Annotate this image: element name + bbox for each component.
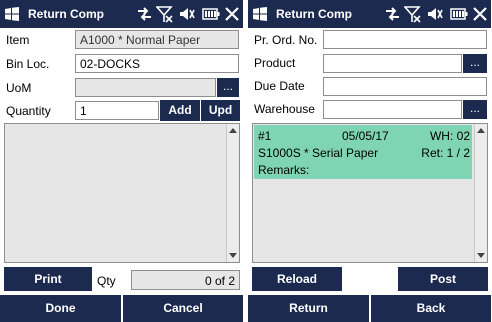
reload-button[interactable]: Reload [252, 267, 342, 291]
product-field[interactable] [323, 54, 462, 73]
item-remarks: Remarks: [258, 163, 310, 177]
pr-ord-no-field[interactable] [323, 30, 487, 49]
scroll-up-icon[interactable] [477, 128, 485, 133]
scroll-down-icon[interactable] [477, 253, 485, 258]
item-date: 05/05/17 [342, 129, 389, 143]
warehouse-field[interactable] [323, 100, 462, 119]
items-list[interactable]: #1 05/05/17 WH: 02 S1000S * Serial Paper… [252, 123, 488, 263]
product-label: Product [254, 56, 296, 70]
due-date-label: Due Date [254, 79, 305, 93]
battery-icon [450, 8, 468, 20]
cancel-button[interactable]: Cancel [123, 295, 243, 322]
item-field: A1000 * Normal Paper [75, 30, 239, 49]
connectivity-icon [386, 7, 399, 21]
windows-icon[interactable] [252, 6, 268, 22]
return-button[interactable]: Return [248, 295, 369, 322]
item-return-count: Ret: 1 / 2 [421, 146, 470, 160]
close-icon[interactable] [224, 5, 240, 23]
signal-icon [404, 6, 421, 23]
quantity-field[interactable]: 1 [75, 101, 159, 120]
done-button[interactable]: Done [0, 295, 121, 322]
back-button[interactable]: Back [371, 295, 491, 322]
quantity-label: Quantity [6, 104, 51, 118]
qty-counter: 0 of 2 [131, 270, 240, 290]
title-bar: Return Comp [248, 0, 491, 28]
pr-ord-no-label: Pr. Ord. No. [254, 33, 318, 47]
upd-button[interactable]: Upd [201, 100, 240, 121]
right-screen: Return Comp Pr. Ord. No. Product ... Due… [248, 0, 491, 322]
window-title: Return Comp [28, 7, 104, 21]
item-warehouse: WH: 02 [429, 129, 470, 143]
list-item[interactable]: #1 05/05/17 WH: 02 S1000S * Serial Paper… [254, 125, 472, 179]
post-button[interactable]: Post [398, 267, 488, 291]
volume-icon [428, 8, 443, 20]
signal-icon [156, 6, 173, 23]
battery-icon [202, 8, 220, 20]
add-button[interactable]: Add [160, 100, 200, 121]
due-date-field[interactable] [323, 77, 487, 96]
print-button[interactable]: Print [4, 267, 92, 291]
warehouse-lookup-button[interactable]: ... [463, 100, 487, 119]
volume-icon [180, 8, 195, 20]
title-bar: Return Comp [0, 0, 243, 28]
warehouse-label: Warehouse [254, 102, 315, 116]
left-screen: Return Comp Item A1000 * Normal Paper Bi… [0, 0, 243, 322]
bottom-bar: Return Back [248, 295, 491, 322]
uom-label: UoM [6, 81, 32, 95]
connectivity-icon [138, 7, 151, 21]
list-scrollbar[interactable] [474, 124, 487, 262]
item-product: S1000S * Serial Paper [258, 146, 379, 160]
list-scrollbar[interactable] [226, 124, 239, 262]
window-title: Return Comp [276, 7, 352, 21]
item-label: Item [6, 33, 30, 47]
bottom-bar: Done Cancel [0, 295, 243, 322]
uom-field [75, 78, 216, 97]
close-icon[interactable] [472, 5, 488, 23]
bin-loc-field[interactable]: 02-DOCKS [75, 54, 239, 73]
qty-label: Qty [97, 274, 116, 288]
scroll-down-icon[interactable] [229, 253, 237, 258]
bin-loc-label: Bin Loc. [6, 57, 50, 71]
item-number: #1 [258, 129, 272, 143]
windows-icon[interactable] [4, 6, 20, 22]
product-lookup-button[interactable]: ... [463, 54, 487, 73]
uom-lookup-button[interactable]: ... [217, 78, 239, 97]
scroll-up-icon[interactable] [229, 128, 237, 133]
items-list[interactable] [4, 123, 240, 263]
